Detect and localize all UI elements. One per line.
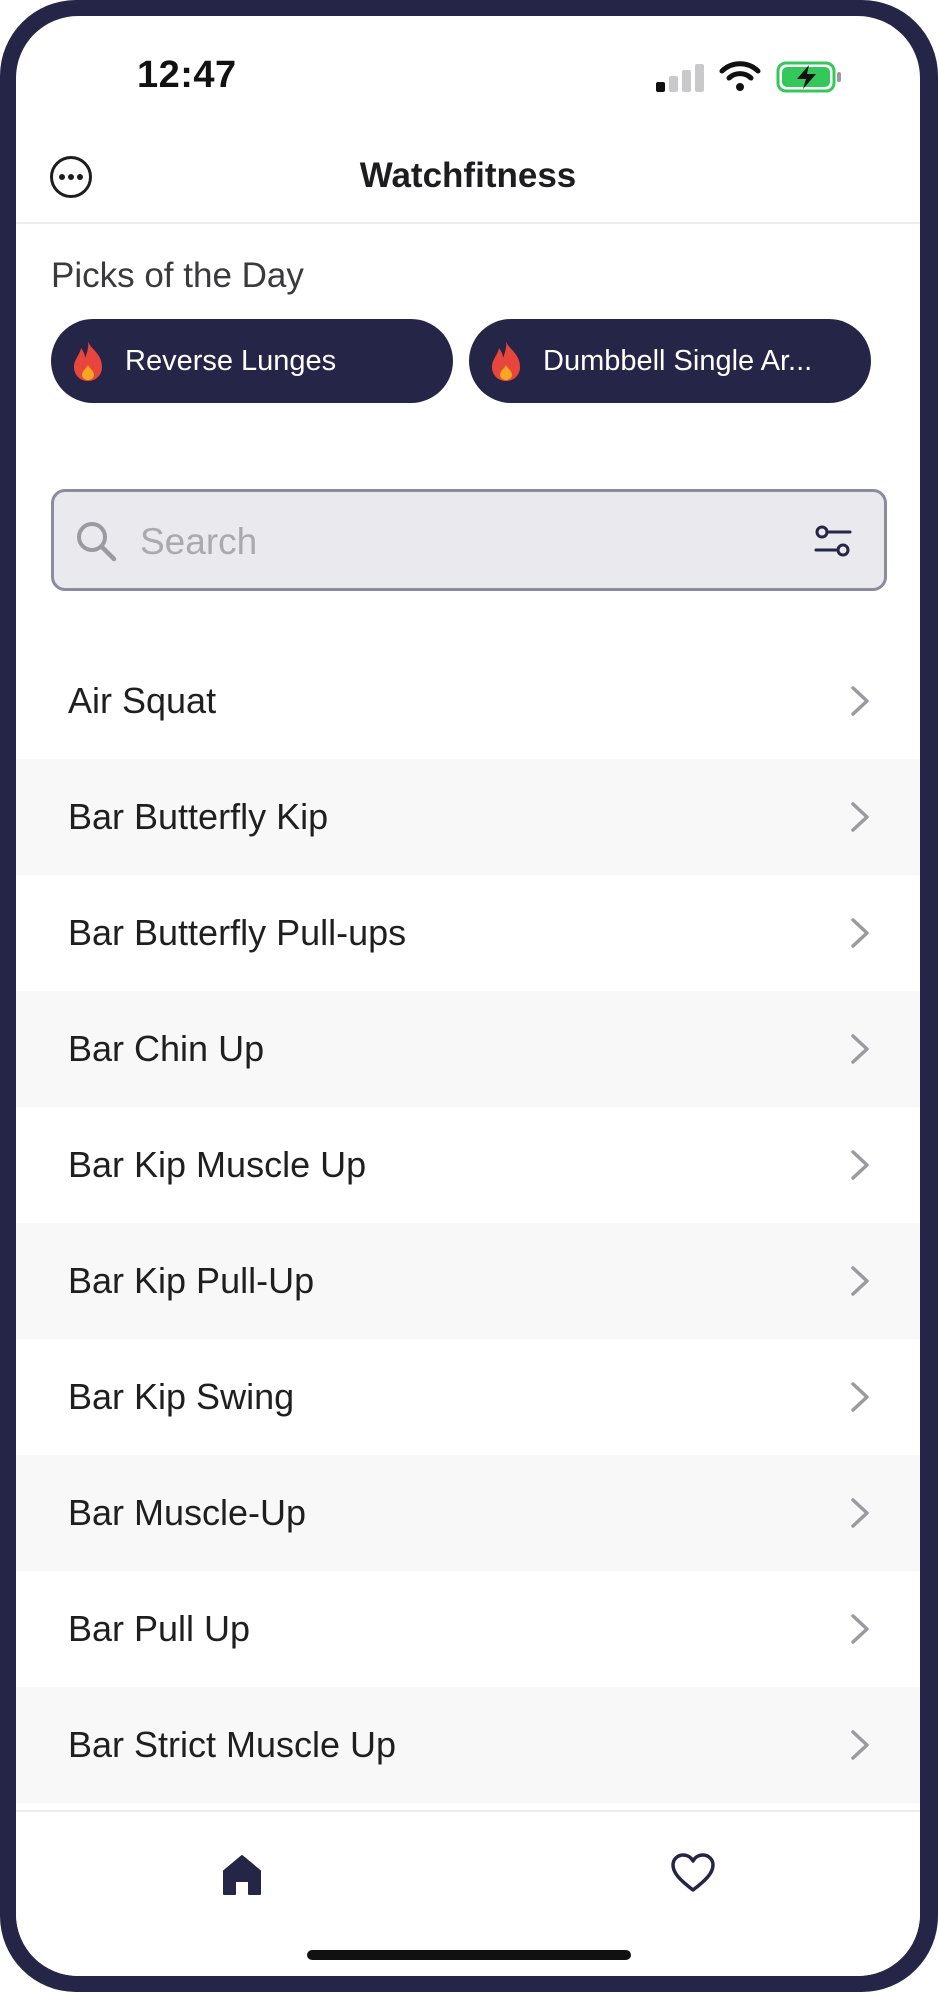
- exercise-row-air-squat[interactable]: Air Squat: [16, 643, 920, 759]
- search-bar: [51, 489, 887, 591]
- filter-sliders-icon[interactable]: [814, 523, 852, 559]
- exercise-label: Bar Strict Muscle Up: [68, 1724, 397, 1765]
- pick-chip-label: Reverse Lunges: [125, 345, 337, 377]
- chevron-right-icon: [851, 918, 869, 948]
- chevron-right-icon: [851, 1034, 869, 1064]
- search-input[interactable]: [138, 506, 782, 578]
- chevron-right-icon: [851, 1382, 869, 1412]
- exercise-row-bar-kip-muscle-up[interactable]: Bar Kip Muscle Up: [16, 1107, 920, 1223]
- chevron-right-icon: [851, 686, 869, 716]
- chevron-right-icon: [851, 1730, 869, 1760]
- app-header: Watchfitness: [16, 134, 920, 224]
- exercise-label: Bar Butterfly Kip: [68, 796, 329, 837]
- flame-icon: [74, 341, 102, 381]
- pick-chip-dumbbell-single-arm[interactable]: Dumbbell Single Ar...: [469, 319, 871, 403]
- exercise-label: Bar Kip Pull-Up: [68, 1260, 315, 1301]
- device-frame: 12:47 Watchfitness Picks of the Day Reve…: [0, 0, 938, 1992]
- exercise-label: Bar Butterfly Pull-ups: [68, 912, 407, 953]
- app-screen: 12:47 Watchfitness Picks of the Day Reve…: [16, 16, 920, 1976]
- chevron-right-icon: [851, 1150, 869, 1180]
- exercise-row-bar-butterfly-kip[interactable]: Bar Butterfly Kip: [16, 759, 920, 875]
- pick-chip-label: Dumbbell Single Ar...: [543, 345, 813, 377]
- chevron-right-icon: [851, 802, 869, 832]
- exercise-row-bar-kip-swing[interactable]: Bar Kip Swing: [16, 1339, 920, 1455]
- exercise-label: Bar Pull Up: [68, 1608, 251, 1649]
- exercise-row-bar-butterfly-pull-ups[interactable]: Bar Butterfly Pull-ups: [16, 875, 920, 991]
- exercise-row-bar-chin-up[interactable]: Bar Chin Up: [16, 991, 920, 1107]
- flame-icon: [492, 341, 520, 381]
- exercise-label: Air Squat: [68, 680, 217, 721]
- battery-charging-icon: [776, 61, 841, 93]
- exercise-row-bar-strict-muscle-up[interactable]: Bar Strict Muscle Up: [16, 1687, 920, 1803]
- home-icon[interactable]: [222, 1854, 262, 1896]
- pick-chip-reverse-lunges[interactable]: Reverse Lunges: [51, 319, 453, 403]
- chevron-right-icon: [851, 1498, 869, 1528]
- exercise-label: Bar Kip Muscle Up: [68, 1144, 367, 1185]
- status-time: 12:47: [137, 54, 237, 96]
- picks-of-the-day-title: Picks of the Day: [51, 256, 304, 295]
- page-title: Watchfitness: [359, 156, 577, 195]
- chevron-right-icon: [851, 1266, 869, 1296]
- chevron-right-icon: [851, 1614, 869, 1644]
- home-indicator: [307, 1950, 631, 1960]
- cellular-signal-icon: [656, 64, 704, 92]
- exercise-label: Bar Chin Up: [68, 1028, 265, 1069]
- exercise-row-bar-muscle-up[interactable]: Bar Muscle-Up: [16, 1455, 920, 1571]
- heart-icon[interactable]: [670, 1852, 716, 1894]
- exercise-list: Air Squat Bar Butterfly Kip Bar Butterfl…: [16, 643, 920, 1803]
- wifi-icon: [719, 61, 761, 91]
- exercise-row-bar-pull-up[interactable]: Bar Pull Up: [16, 1571, 920, 1687]
- search-icon: [77, 522, 117, 562]
- exercise-row-bar-kip-pull-up[interactable]: Bar Kip Pull-Up: [16, 1223, 920, 1339]
- exercise-label: Bar Kip Swing: [68, 1376, 295, 1417]
- exercise-label: Bar Muscle-Up: [68, 1492, 307, 1533]
